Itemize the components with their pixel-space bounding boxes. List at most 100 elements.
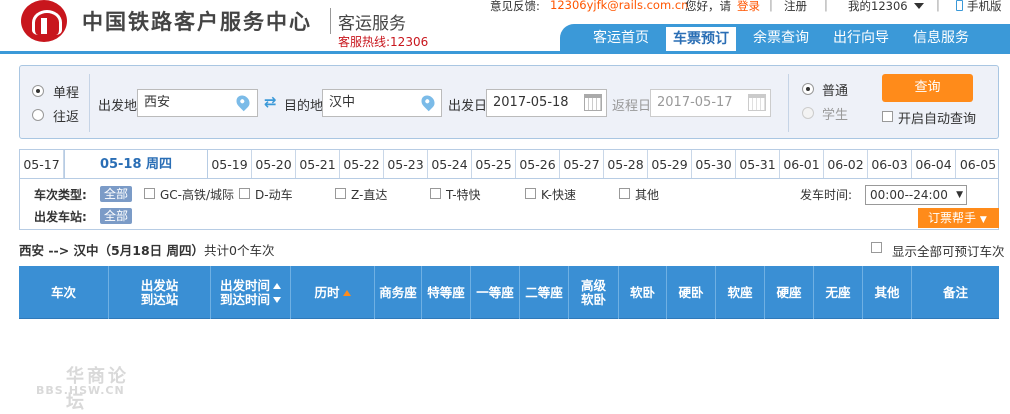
- sort-down-icon: [273, 297, 281, 303]
- main-nav: 客运首页 车票预订 余票查询 出行向导 信息服务: [560, 24, 1010, 53]
- col-depart-time-label: 出发时间: [219, 277, 270, 293]
- type-z-label: Z-直达: [351, 188, 388, 202]
- date-tab[interactable]: 06-05: [956, 150, 1000, 179]
- header-underline: [0, 51, 1010, 54]
- calendar-icon[interactable]: [584, 94, 602, 111]
- train-type-all-button[interactable]: 全部: [100, 186, 133, 202]
- date-tab[interactable]: 05-31: [736, 150, 780, 179]
- type-k-checkbox[interactable]: [525, 188, 536, 199]
- radio-single-trip[interactable]: [32, 85, 44, 97]
- col-no-seat-label: 无座: [825, 284, 851, 300]
- date-tab[interactable]: 05-29: [648, 150, 692, 179]
- col-business-label: 商务座: [379, 284, 417, 300]
- divider: [788, 74, 789, 132]
- depart-time-label: 发车时间:: [800, 188, 853, 202]
- swap-stations-icon[interactable]: ⇄: [264, 95, 281, 110]
- col-other-label: 其他: [874, 284, 900, 300]
- date-tab[interactable]: 05-23: [384, 150, 428, 179]
- radio-passenger-normal[interactable]: [802, 83, 814, 95]
- brand-subtitle: 客运服务: [338, 14, 406, 34]
- col-premium-label: 特等座: [427, 284, 465, 300]
- col-hard-sleeper-label: 硬卧: [678, 284, 704, 300]
- single-trip-label: 单程: [53, 86, 80, 101]
- col-train-label: 车次: [50, 284, 76, 300]
- result-count: 共计0个车次: [204, 243, 275, 258]
- date-tab[interactable]: 05-24: [428, 150, 472, 179]
- sort-up-icon: [273, 283, 281, 289]
- booking-helper-button[interactable]: 订票帮手 ▼: [918, 208, 999, 228]
- col-hard-seat: 硬座: [765, 266, 814, 319]
- chevron-down-icon: ▼: [979, 215, 987, 225]
- col-business: 商务座: [375, 266, 422, 319]
- date-tab[interactable]: 05-27: [560, 150, 604, 179]
- date-tab[interactable]: 05-22: [340, 150, 384, 179]
- depart-time-select[interactable]: 00:00--24:00: [865, 185, 967, 205]
- hotline-text: 客服热线:12306: [338, 35, 429, 49]
- date-tab[interactable]: 05-20: [252, 150, 296, 179]
- sort-up-icon: [342, 289, 351, 296]
- col-arrive-time-sort[interactable]: 到达时间: [219, 291, 281, 307]
- return-date-label: 返程日: [612, 99, 652, 114]
- route-text: 西安 --> 汉中（5月18日 周四）: [19, 243, 204, 258]
- date-tab[interactable]: 05-28: [604, 150, 648, 179]
- nav-home[interactable]: 客运首页: [586, 24, 656, 53]
- nav-info-service[interactable]: 信息服务: [906, 24, 976, 53]
- railway-logo[interactable]: [21, 0, 67, 42]
- col-train[interactable]: 车次: [19, 266, 109, 319]
- type-gc-label: GC-高铁/城际: [160, 188, 235, 202]
- brand-title: 中国铁路客户服务中心: [82, 10, 312, 34]
- col-duration[interactable]: 历时: [291, 266, 375, 319]
- station-all-button[interactable]: 全部: [100, 208, 133, 224]
- col-deluxe-label-2: 软卧: [580, 291, 606, 307]
- col-premium: 特等座: [422, 266, 471, 319]
- col-soft-sleeper: 软卧: [619, 266, 667, 319]
- auto-query-label: 开启自动查询: [898, 112, 977, 127]
- col-station-from-label: 出发站: [140, 277, 179, 293]
- date-tab[interactable]: 06-02: [824, 150, 868, 179]
- type-d-checkbox[interactable]: [239, 188, 250, 199]
- col-depart-time-sort[interactable]: 出发时间: [219, 277, 281, 293]
- nav-travel-guide[interactable]: 出行向导: [826, 24, 896, 53]
- search-panel: 单程 往返 出发地 西安 目的地 汉中 出发日 2017-05-18 返程日 2…: [19, 65, 999, 139]
- type-other-label: 其他: [635, 188, 660, 202]
- auto-query-checkbox[interactable]: [882, 111, 893, 122]
- col-duration-label: 历时: [314, 284, 340, 300]
- col-deluxe: 高级 软卧: [569, 266, 619, 319]
- booking-helper-label: 订票帮手: [928, 211, 977, 225]
- type-k-label: K-快速: [541, 188, 576, 202]
- type-gc-checkbox[interactable]: [144, 188, 155, 199]
- watermark-url: BBS.HSW.CN: [36, 384, 125, 397]
- col-remark-label: 备注: [942, 284, 968, 300]
- col-first: 一等座: [471, 266, 520, 319]
- col-second: 二等座: [520, 266, 569, 319]
- type-t-label: T-特快: [446, 188, 481, 202]
- col-second-label: 二等座: [525, 284, 563, 300]
- nav-ticket-booking[interactable]: 车票预订: [666, 27, 736, 53]
- date-tab[interactable]: 06-03: [868, 150, 912, 179]
- date-tab[interactable]: 05-21: [296, 150, 340, 179]
- calendar-icon[interactable]: [748, 94, 766, 111]
- nav-ticket-query[interactable]: 余票查询: [746, 24, 816, 53]
- type-z-checkbox[interactable]: [335, 188, 346, 199]
- col-time[interactable]: 出发时间 到达时间: [211, 266, 291, 319]
- type-other-checkbox[interactable]: [619, 188, 630, 199]
- to-label: 目的地: [284, 99, 324, 114]
- date-tab[interactable]: 05-25: [472, 150, 516, 179]
- type-t-checkbox[interactable]: [430, 188, 441, 199]
- date-tab[interactable]: 05-30: [692, 150, 736, 179]
- show-all-checkbox[interactable]: [871, 242, 882, 253]
- radio-round-trip[interactable]: [32, 109, 44, 121]
- date-tab[interactable]: 05-26: [516, 150, 560, 179]
- date-tab[interactable]: 06-01: [780, 150, 824, 179]
- round-trip-label: 往返: [53, 110, 80, 125]
- col-station[interactable]: 出发站 到达站: [109, 266, 211, 319]
- type-d-label: D-动车: [255, 188, 293, 202]
- date-tab[interactable]: 06-04: [912, 150, 956, 179]
- query-button[interactable]: 查询: [882, 74, 973, 102]
- date-tab[interactable]: 05-17: [20, 150, 64, 179]
- radio-passenger-student[interactable]: [802, 107, 814, 119]
- col-arrive-time-label: 到达时间: [219, 291, 270, 307]
- from-label: 出发地: [98, 99, 138, 114]
- date-tab-active[interactable]: 05-18 周四: [64, 149, 208, 180]
- date-tab[interactable]: 05-19: [208, 150, 252, 179]
